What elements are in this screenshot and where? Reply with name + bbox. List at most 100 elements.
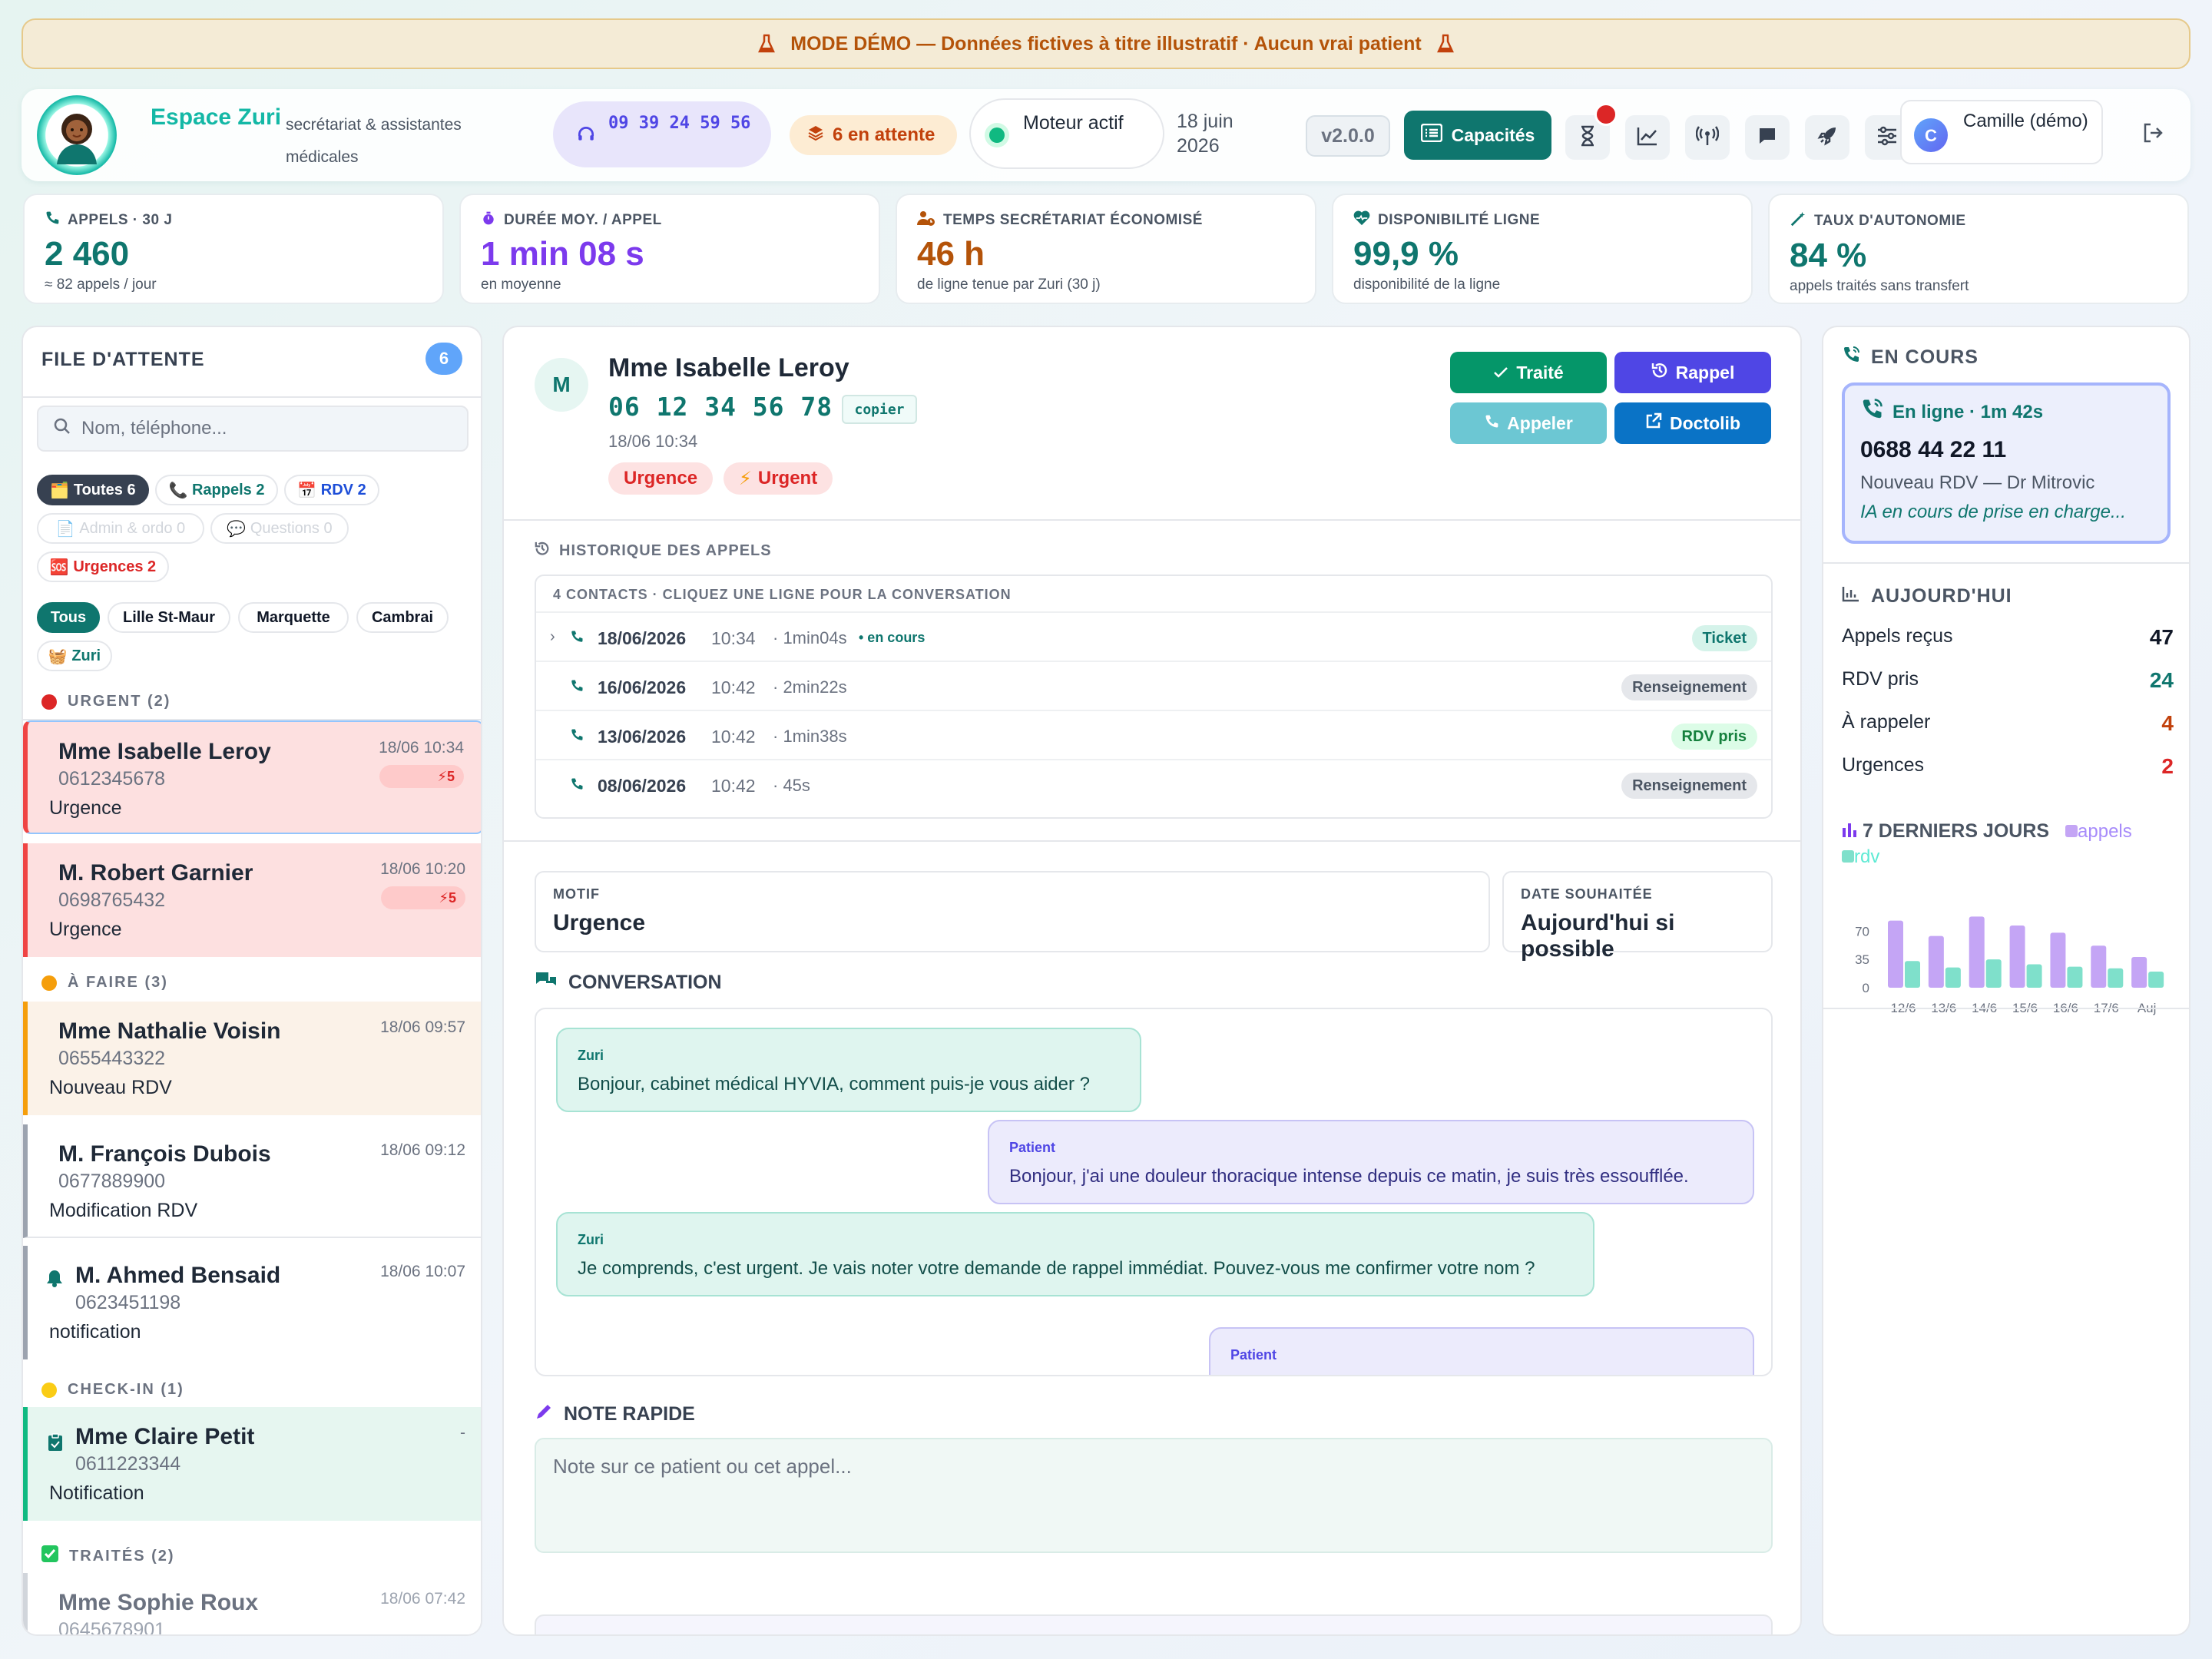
layers-icon (806, 124, 825, 147)
live-call-card[interactable]: En ligne · 1m 42s 0688 44 22 11 Nouveau … (1842, 382, 2171, 544)
conversation-thread[interactable]: Zuri Bonjour, cabinet médical HYVIA, com… (535, 1008, 1773, 1376)
call-button[interactable]: Appeler (1450, 402, 1607, 444)
live-subject: Nouveau RDV — Dr Mitrovic (1860, 472, 2095, 493)
queue-item[interactable]: M. François Dubois 0677889900 Modificati… (23, 1124, 481, 1238)
quick-note-textarea[interactable]: Note sur ce patient ou cet appel... (535, 1438, 1773, 1553)
history-icon (1651, 362, 1668, 383)
doctolib-button[interactable]: Doctolib (1614, 402, 1771, 444)
section-urgent: URGENT (2) (41, 693, 171, 710)
logout-icon[interactable] (2141, 121, 2164, 148)
week-bar-chart: 7035012/6 13/6 14/6 15/6 16/6 17/6 Auj (1855, 916, 2164, 1015)
status-dot (989, 127, 1005, 143)
patient-name: Mme Claire Petit (75, 1424, 255, 1449)
tag-urgent: ⚡ Urgent (724, 462, 833, 495)
live-title: EN COURS (1842, 346, 1979, 369)
patient-motive: Notification (49, 1482, 144, 1504)
site-filter-lille[interactable]: Lille St-Maur (108, 602, 230, 633)
queue-time: 18/06 07:42 (380, 1590, 465, 1608)
stats-button[interactable] (1625, 115, 1670, 160)
queue-item[interactable]: M. Ahmed Bensaid 0623451198 notification… (23, 1246, 481, 1359)
filter-admin[interactable]: 📄 Admin & ordo 0 (37, 513, 204, 544)
hourglass-button[interactable] (1565, 103, 1618, 160)
history-badge: Renseignement (1621, 674, 1757, 700)
phone-icon (570, 777, 584, 795)
filter-questions[interactable]: 💬 Questions 0 (210, 513, 349, 544)
capabilities-label: Capacités (1451, 124, 1535, 145)
capabilities-button[interactable]: Capacités (1404, 111, 1551, 160)
live-status: En ligne · 1m 42s (1892, 401, 2044, 422)
line-phone-pill[interactable]: 09 39 24 59 56 (553, 101, 771, 167)
queue-item[interactable]: M. Robert Garnier 0698765432 Urgence 18/… (23, 843, 481, 957)
note-title: NOTE RAPIDE (535, 1402, 695, 1426)
history-row[interactable]: 08/06/2026 10:42 · 45s Renseignement (536, 759, 1771, 808)
history-row[interactable]: 16/06/2026 10:42 · 2min22s Renseignement (536, 661, 1771, 710)
history-time: 10:42 (711, 776, 756, 796)
user-avatar: C (1914, 118, 1948, 152)
history-duration: · 1min04s (773, 628, 847, 647)
mark-done-button[interactable]: Traité (1450, 352, 1607, 393)
queue-item[interactable]: Mme Claire Petit 0611223344 Notification… (23, 1407, 481, 1521)
patient-motive: Urgence (49, 919, 122, 940)
waiting-count: 6 en attente (833, 124, 935, 145)
queue-search[interactable]: Nom, téléphone... (37, 406, 469, 452)
filter-rdv[interactable]: 📅 RDV 2 (284, 475, 379, 505)
history-date: 18/06/2026 (598, 628, 687, 648)
queue-item[interactable]: Mme Nathalie Voisin 0655443322 Nouveau R… (23, 1002, 481, 1115)
desired-date-value: Aujourd'hui si possible (1521, 910, 1675, 962)
queue-time: 18/06 09:57 (380, 1018, 465, 1036)
section-todo: À FAIRE (3) (41, 974, 168, 992)
site-filter-all[interactable]: Tous (37, 602, 100, 633)
y-tick-label: 0 (1863, 981, 1869, 995)
stat-card-time-saved: TEMPS SECRÉTARIAT ÉCONOMISÉ 46 h de lign… (896, 194, 1316, 304)
filter-rdv-label: RDV 2 (320, 481, 366, 498)
site-label: Cambrai (371, 608, 434, 626)
broadcast-button[interactable] (1685, 115, 1730, 160)
conversation-title: CONVERSATION (535, 971, 722, 995)
queue-time: 18/06 10:07 (380, 1263, 465, 1280)
tag-label: Urgent (757, 468, 818, 488)
site-filter-zuri[interactable]: 🧺 Zuri (37, 641, 112, 671)
bar-rdv (2026, 964, 2042, 988)
history-row[interactable]: › 18/06/2026 10:34 · 1min04s • en cours … (536, 611, 1771, 661)
history-badge: Ticket (1691, 625, 1757, 651)
zuri-avatar (37, 95, 117, 175)
next-section-edge (535, 1614, 1773, 1634)
queue-item[interactable]: Mme Sophie Roux 0645678901 18/06 07:42 (23, 1573, 481, 1636)
site-filter-cambrai[interactable]: Cambrai (356, 602, 449, 633)
filter-callbacks[interactable]: 📞 Rappels 2 (155, 475, 278, 505)
section-label: À FAIRE (3) (68, 974, 168, 991)
antenna-icon (1695, 125, 1720, 150)
filter-urgences[interactable]: 🆘 Urgences 2 (37, 551, 169, 582)
btn-label: Doctolib (1670, 412, 1740, 433)
history-row[interactable]: 13/06/2026 10:42 · 1min38s RDV pris (536, 710, 1771, 759)
patient-phone: 0645678901 (58, 1619, 166, 1636)
launch-button[interactable] (1805, 115, 1849, 160)
site-label: Lille St-Maur (122, 608, 215, 626)
patient-motive: Urgence (49, 797, 122, 819)
filter-all[interactable]: 🗂️ Toutes 6 (37, 475, 149, 505)
messages-button[interactable] (1745, 115, 1790, 160)
legend-swatch-appels (2065, 825, 2078, 837)
history-date: 13/06/2026 (598, 727, 687, 747)
queue-time: - (460, 1424, 465, 1442)
copy-phone-button[interactable]: copier (842, 395, 917, 424)
patient-name: Mme Nathalie Voisin (58, 1018, 281, 1044)
history-badge: Renseignement (1621, 773, 1757, 799)
waiting-pill[interactable]: 6 en attente (790, 115, 957, 155)
red-dot (41, 694, 57, 710)
section-checkin: CHECK-IN (1) (41, 1381, 184, 1399)
bar-appels (2091, 945, 2107, 988)
queue-item[interactable]: Mme Isabelle Leroy 0612345678 Urgence 18… (23, 720, 481, 834)
today-label: Appels reçus (1842, 625, 1953, 647)
today-value: 24 (2149, 668, 2174, 692)
today-title: AUJOURD'HUI (1842, 585, 2012, 608)
bar-appels (1888, 920, 1903, 988)
queue-time: 18/06 10:20 (380, 860, 465, 878)
callback-button[interactable]: Rappel (1614, 352, 1771, 393)
heart-pulse-icon (1353, 210, 1370, 230)
bar-chart-color-icon (1842, 820, 1857, 842)
phone-icon (45, 210, 60, 230)
site-filter-marquette[interactable]: Marquette (238, 602, 349, 633)
bar-appels (1969, 916, 1985, 988)
user-menu[interactable]: C Camille (démo) (1900, 100, 2103, 164)
